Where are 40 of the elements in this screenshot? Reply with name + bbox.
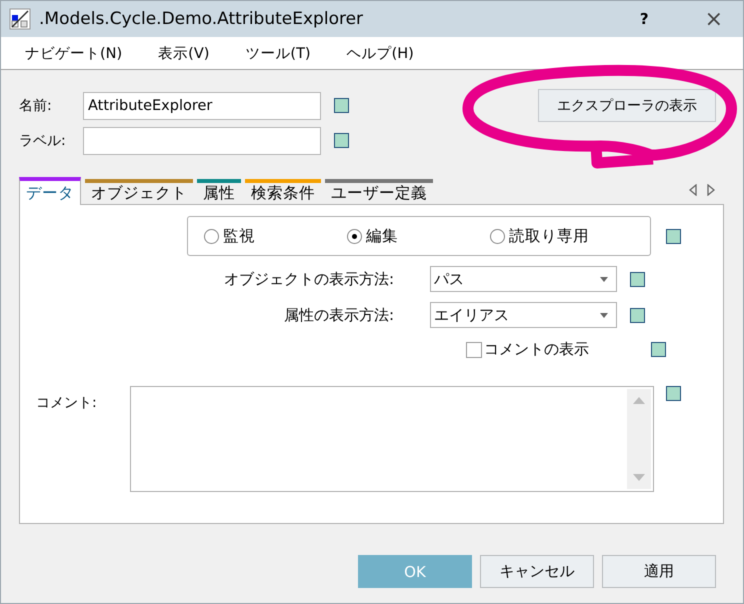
indicator-icon	[666, 228, 681, 244]
dropdown-arrow-icon	[600, 276, 608, 282]
dialog-button[interactable]: 適用	[602, 555, 716, 588]
scroll-right-icon[interactable]	[707, 184, 715, 196]
indicator-icon	[334, 133, 349, 148]
radio-option[interactable]: 編集	[347, 226, 490, 246]
scroll-down-icon[interactable]	[633, 474, 645, 481]
attribute-display-dropdown[interactable]: エイリアス	[430, 302, 617, 328]
scroll-left-icon[interactable]	[689, 184, 697, 196]
indicator-icon	[630, 308, 645, 322]
attribute-display-label: 属性の表示方法:	[282, 306, 395, 324]
comment-label: コメント:	[35, 394, 98, 412]
scrollbar[interactable]	[627, 389, 651, 489]
dialog-button[interactable]: キャンセル	[480, 555, 594, 588]
menu-item[interactable]: ツール(T)	[245, 44, 311, 62]
indicator-icon	[630, 272, 645, 286]
indicator-icon	[334, 98, 349, 113]
label-label: ラベル:	[19, 132, 67, 150]
dropdown-arrow-icon	[600, 312, 608, 318]
radio-option[interactable]: 監視	[204, 226, 347, 246]
window-title: .Models.Cycle.Demo.AttributeExplorer	[39, 9, 364, 29]
label-field[interactable]	[83, 126, 321, 154]
tab[interactable]: データ	[19, 177, 81, 205]
close-button[interactable]: ×	[692, 6, 735, 32]
radio-option[interactable]: 読取り専用	[490, 226, 589, 246]
menu-item[interactable]: ヘルプ(H)	[346, 44, 414, 62]
show-explorer-button[interactable]: エクスプローラの表示	[538, 89, 716, 122]
show-comment-checkbox[interactable]: コメントの表示	[466, 340, 651, 359]
app-icon	[9, 8, 31, 30]
name-label: 名前:	[19, 96, 53, 114]
object-display-label: オブジェクトの表示方法:	[222, 270, 395, 288]
help-button[interactable]: ?	[640, 10, 649, 28]
menu-item[interactable]: 表示(V)	[158, 44, 210, 62]
menu-item[interactable]: ナビゲート(N)	[25, 44, 122, 62]
object-display-dropdown[interactable]: パス	[430, 266, 617, 292]
indicator-icon	[651, 342, 666, 357]
indicator-icon	[666, 386, 681, 401]
name-field[interactable]: AttributeExplorer	[83, 92, 321, 120]
scroll-up-icon[interactable]	[633, 397, 645, 404]
comment-field[interactable]	[130, 386, 654, 492]
